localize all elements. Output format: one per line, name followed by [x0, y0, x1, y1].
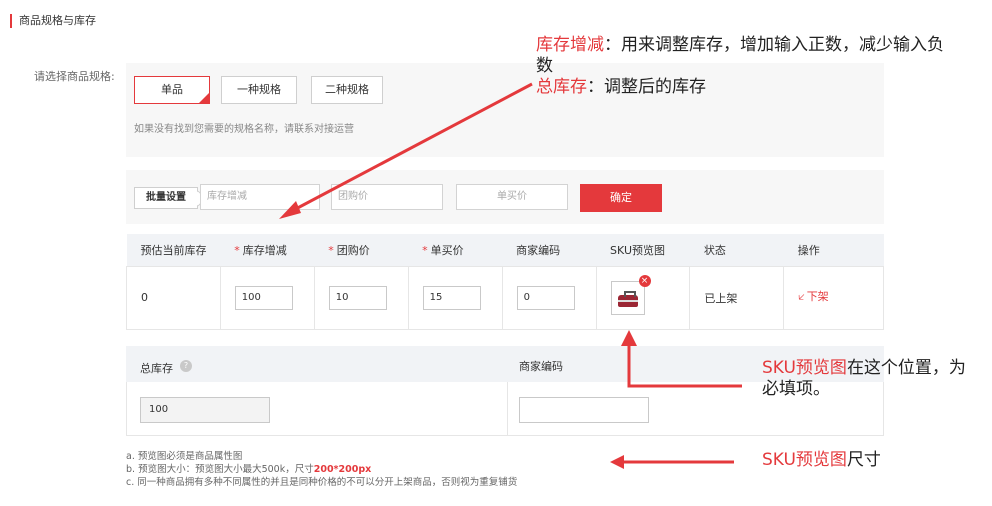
annotation-arrowhead: [279, 201, 301, 219]
annotation-arrow-line: [289, 82, 533, 214]
annotation-sku-position: SKU预览图在这个位置，为必填项。: [762, 358, 966, 399]
annotation-arrow-line: [627, 344, 742, 388]
annotation-arrowhead: [610, 455, 624, 469]
annotation-stock: 库存增减：用来调整库存，增加输入正数，减少输入负数 总库存：调整后的库存: [536, 35, 944, 97]
annotation-sku-size: SKU预览图尺寸: [762, 450, 881, 470]
annotation-arrowhead: [621, 330, 637, 346]
